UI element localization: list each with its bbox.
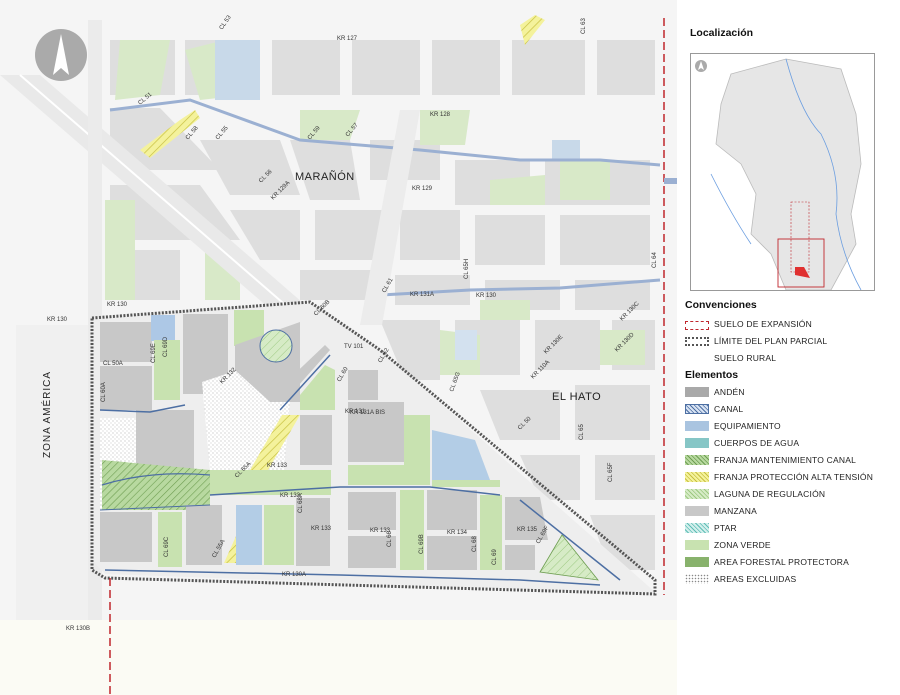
plan-block <box>100 322 152 362</box>
legend-swatch <box>685 472 709 482</box>
legend-label: ANDÉN <box>714 387 745 397</box>
location-minimap <box>690 53 875 291</box>
legend-item: CUERPOS DE AGUA <box>685 437 799 449</box>
legend-item: MANZANA <box>685 505 757 517</box>
street-label: CL 69B <box>419 534 425 554</box>
street-label: KR 130 <box>47 317 68 323</box>
legend-label: FRANJA PROTECCIÓN ALTA TENSIÓN <box>714 472 874 482</box>
city-shape <box>715 58 862 290</box>
street-label: CL 64 <box>652 252 658 268</box>
legend-item: AREA FORESTAL PROTECTORA <box>685 556 849 568</box>
zona-america-strip <box>16 325 88 620</box>
legend-swatch <box>685 387 709 397</box>
street-label: CL 65 <box>579 424 585 440</box>
legend-swatch <box>685 404 709 414</box>
legend-item: LAGUNA DE REGULACIÓN <box>685 488 825 500</box>
legend-item: EQUIPAMIENTO <box>685 420 781 432</box>
street-label: CL 69D <box>163 336 169 357</box>
elementos-title: Elementos <box>685 369 739 381</box>
water-block-elhato <box>455 330 477 360</box>
street-label: CL 69C <box>164 536 170 557</box>
north-arrow-icon <box>35 29 87 81</box>
legend-item: CANAL <box>685 403 743 415</box>
legend-swatch <box>685 421 709 431</box>
legend-item: AREAS EXCLUIDAS <box>685 573 796 585</box>
legend-rural: SUELO RURAL <box>685 352 776 364</box>
legend-label: MANZANA <box>714 506 757 516</box>
legend-item: ZONA VERDE <box>685 539 771 551</box>
avenue-zona-america: ZONA AMÉRICA <box>40 371 53 458</box>
street-label: KR 133 <box>311 526 332 532</box>
street-label: CL 65H <box>464 259 470 279</box>
map-canvas[interactable]: KR 127 KR 128 KR 129 KR 130 KR 130 KR 130 KR 1… <box>0 0 677 695</box>
street-label: KR 130 <box>107 302 128 308</box>
dash-red-swatch <box>685 321 709 330</box>
street-label: CL 69E <box>151 343 157 363</box>
street-label: CL 50A <box>103 361 123 367</box>
legend-swatch <box>685 438 709 448</box>
street-label: CL 68 <box>472 536 478 552</box>
legend-label: CANAL <box>714 404 744 414</box>
water-block-north <box>215 40 260 100</box>
plan-block <box>100 366 152 410</box>
legend-item: PTAR <box>685 522 737 534</box>
street-label: KR 129 <box>412 186 433 192</box>
plain-swatch <box>685 353 709 363</box>
legend-swatch <box>685 540 709 550</box>
rural-area <box>0 620 677 695</box>
legend-label: EQUIPAMIENTO <box>714 421 781 431</box>
dot-black-swatch <box>685 336 709 346</box>
legend-swatch <box>685 506 709 516</box>
street-label: CL 63 <box>581 18 587 34</box>
legend-label: CUERPOS DE AGUA <box>714 438 800 448</box>
street-label: KR 134 <box>447 530 468 536</box>
street-label: CL 68A <box>298 493 304 513</box>
street-label: KR 130A <box>282 572 306 578</box>
street-label: TV 101 <box>344 344 364 350</box>
legend-item: ANDÉN <box>685 386 745 398</box>
street-label: KR 130B <box>66 626 90 632</box>
neighborhood-el-hato: EL HATO <box>552 391 601 403</box>
street-label: KR 127 <box>337 36 358 42</box>
street-label: KR 128 <box>430 112 451 118</box>
legend-swatch <box>685 557 709 567</box>
street-label: CL 66 <box>387 531 393 547</box>
street-label: KR 130 <box>476 293 497 299</box>
street-label: KR 135 <box>517 527 538 533</box>
legend-expansion: SUELO DE EXPANSIÓN <box>685 318 812 330</box>
street-label: CL 60A <box>101 382 107 402</box>
legend-label: AREAS EXCLUIDAS <box>714 574 797 584</box>
localizacion-title: Localización <box>690 27 754 39</box>
legend-plan-limit: LÍMITE DEL PLAN PARCIAL <box>685 335 827 347</box>
legend-swatch <box>685 523 709 533</box>
legend-panel: Localización Convenciones SUELO DE EXPAN… <box>677 0 900 695</box>
legend-swatch <box>685 455 709 465</box>
street-label: KR 133 <box>267 463 288 469</box>
street-label: KR 131A BIS <box>350 410 385 416</box>
street-label: CL 69 <box>492 549 498 565</box>
legend-label: ZONA VERDE <box>714 540 771 550</box>
legend-item: FRANJA MANTENIMIENTO CANAL <box>685 454 856 466</box>
legend-item: FRANJA PROTECCIÓN ALTA TENSIÓN <box>685 471 873 483</box>
legend-swatch <box>685 489 709 499</box>
water-block-east <box>552 140 580 160</box>
legend-label: FRANJA MANTENIMIENTO CANAL <box>714 455 857 465</box>
street-label: KR 131A <box>410 292 434 298</box>
convenciones-title: Convenciones <box>685 299 757 311</box>
legend-label: AREA FORESTAL PROTECTORA <box>714 557 850 567</box>
street-label: CL 65F <box>608 462 614 482</box>
legend-label: LAGUNA DE REGULACIÓN <box>714 489 826 499</box>
legend-swatch <box>685 574 709 584</box>
neighborhood-maranon: MARAÑÓN <box>295 170 355 183</box>
legend-label: PTAR <box>714 523 737 533</box>
